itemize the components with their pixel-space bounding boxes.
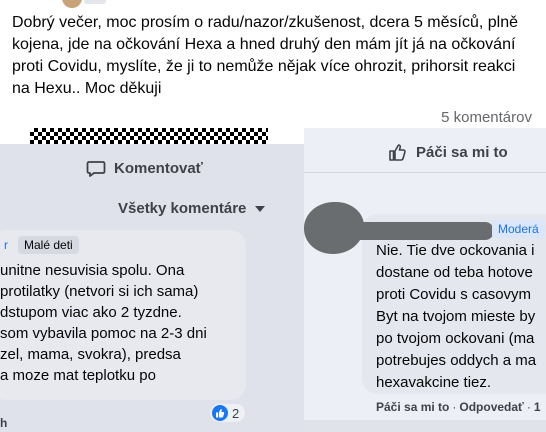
divider — [304, 172, 546, 173]
like-reaction-icon — [212, 405, 228, 421]
chevron-down-icon — [255, 205, 266, 212]
comment-time[interactable]: 1 — [534, 400, 541, 414]
like-button-label: Páči sa mi to — [416, 143, 508, 161]
comment-screenshot-left: Komentovať Všetky komentáre r Malé deti … — [0, 144, 304, 432]
censor-strip — [30, 128, 268, 144]
comment-button[interactable]: Komentovať — [86, 156, 203, 180]
comment-text: unitne nesuvisia spolu. Ona protilatky (… — [0, 262, 207, 384]
comment-screenshot-right: Páči sa mi to Moderá Nie. Tie dve ockova… — [304, 128, 546, 432]
like-button[interactable]: Páči sa mi to — [388, 140, 508, 164]
reaction-count: 2 — [232, 405, 240, 421]
comments-count-link[interactable]: 5 komentárov — [441, 109, 532, 126]
moderator-badge: Moderá — [492, 220, 545, 238]
thumbs-up-icon — [389, 144, 406, 161]
avatar-redacted[interactable] — [304, 202, 364, 254]
reaction-summary[interactable]: 2 — [210, 404, 246, 422]
group-badge: Malé deti — [18, 236, 79, 254]
comment-like-link[interactable]: Páči sa mi to — [376, 400, 449, 414]
comment-text: Nie. Tie dve ockovania i dostane od teba… — [376, 242, 537, 391]
comment-bubble-icon — [86, 161, 106, 177]
all-comments-label: Všetky komentáre — [118, 200, 247, 217]
top-header-strip — [0, 0, 546, 8]
comment-actions: Páči sa mi to · Odpovedať · 1 — [376, 400, 541, 414]
bottom-strip — [304, 420, 546, 432]
footer-partial: h — [0, 416, 8, 430]
comment-button-label: Komentovať — [114, 159, 203, 177]
comment-badges: r Malé deti — [0, 236, 79, 254]
redaction-scribble — [344, 222, 494, 240]
comment-reply-link[interactable]: Odpovedať — [459, 400, 523, 414]
badge-partial: r — [4, 238, 8, 252]
post-text: Dobrý večer, moc prosím o radu/nazor/zku… — [12, 14, 523, 97]
all-comments-filter[interactable]: Všetky komentáre — [118, 200, 266, 217]
author-name-redacted — [84, 0, 106, 4]
author-avatar[interactable] — [62, 0, 82, 8]
